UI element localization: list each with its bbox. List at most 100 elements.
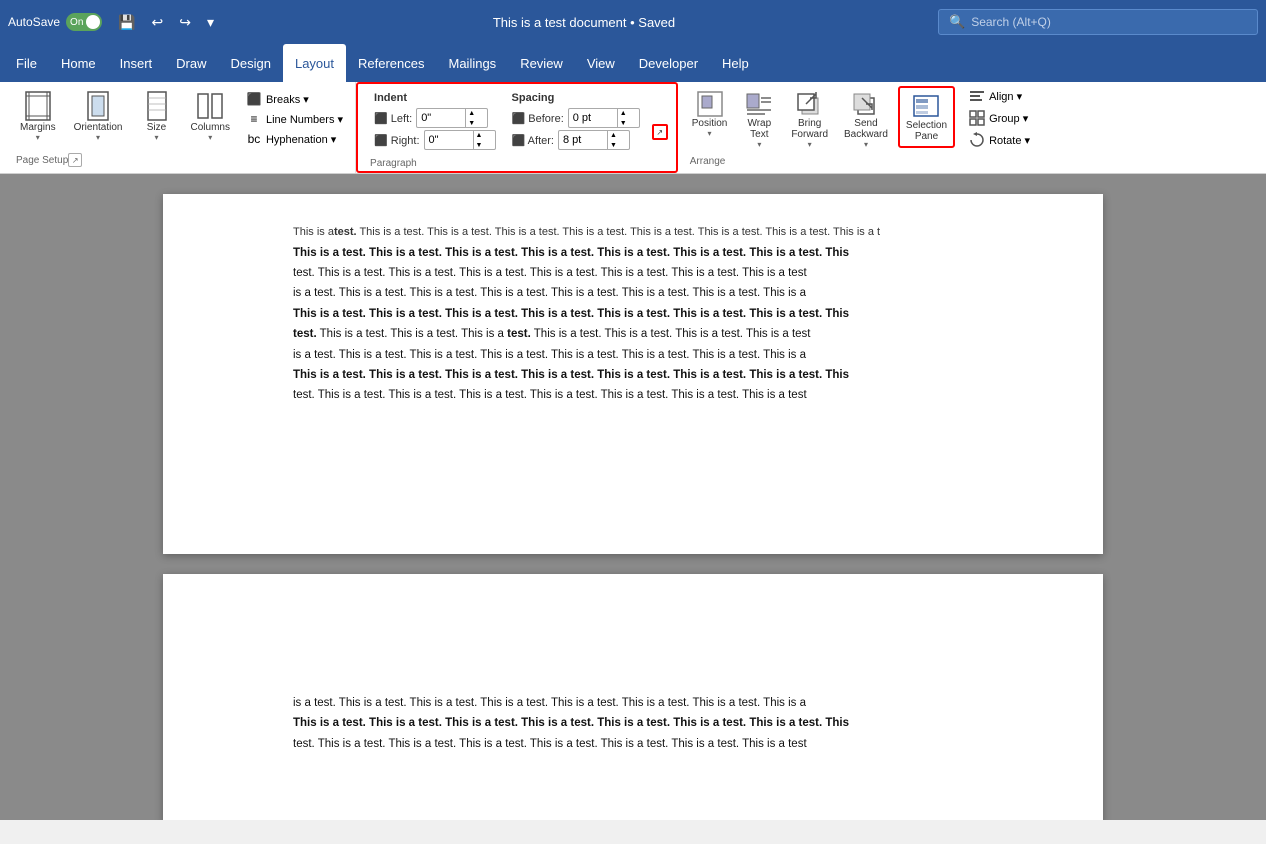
arrange-bottom: Arrange [686,156,730,169]
columns-label: Columns [191,122,230,133]
spacing-before-input[interactable]: ▲ ▼ [568,108,640,128]
columns-arrow: ▾ [208,133,212,142]
indent-right-down[interactable]: ▼ [474,140,485,150]
bring-forward-button[interactable]: Bring Forward ▾ [785,86,834,153]
selection-pane-label: Selection [906,120,947,131]
page2-text-line-2: This is a test. This is a test. This is … [293,714,1063,732]
position-button[interactable]: Position ▾ [686,86,734,142]
menu-item-help[interactable]: Help [710,44,761,82]
autosave-toggle[interactable]: On [66,13,102,31]
group-label: Group ▾ [989,112,1028,125]
size-arrow: ▾ [154,133,158,142]
text-line-7: This is a test. This is a test. This is … [293,366,1063,384]
autosave-knob [86,15,100,29]
arrange-right-btns: Align ▾ Group ▾ Rotate ▾ [963,86,1036,150]
send-backward-icon [852,90,880,118]
autosave-label: AutoSave [8,15,60,29]
text-line-2: test. This is a test. This is a test. Th… [293,264,1063,282]
page-setup-dialog-launcher[interactable]: ↗ [68,153,82,167]
undo-icon[interactable]: ↩ [147,12,167,33]
indent-left-up[interactable]: ▲ [466,108,477,118]
wrap-text-icon [745,90,773,118]
text-line-0: This is atest. This is a test. This is a… [293,224,1063,242]
columns-button[interactable]: Columns ▾ [183,86,238,146]
page-setup-content: Margins ▾ Orientation ▾ Size ▾ [12,86,347,153]
breaks-label: Breaks ▾ [266,93,309,106]
indent-right-value[interactable] [425,134,473,146]
orientation-label: Orientation [74,122,123,133]
arrange-label: Arrange [690,156,726,167]
menu-item-design[interactable]: Design [219,44,283,82]
menu-item-file[interactable]: File [4,44,49,82]
spacing-before-up[interactable]: ▲ [618,108,629,118]
redo-icon[interactable]: ↪ [175,12,195,33]
indent-left-value[interactable] [417,112,465,124]
indent-right-up[interactable]: ▲ [474,130,485,140]
page-2: is a test. This is a test. This is a tes… [163,574,1103,820]
size-icon [141,90,173,122]
line-numbers-button[interactable]: ≡ Line Numbers ▾ [242,110,347,128]
document-area[interactable]: This is atest. This is a test. This is a… [0,174,1266,820]
spacing-after-input[interactable]: ▲ ▼ [558,130,630,150]
spacing-before-label: ⬛ Before: [512,112,564,125]
orientation-arrow: ▾ [96,133,100,142]
position-icon [696,90,724,118]
hyphenation-button[interactable]: bc Hyphenation ▾ [242,130,347,148]
indent-col: Indent ⬛ Left: ▲ ▼ ⬛ Right: [374,92,496,150]
bring-forward-label: Bring [798,118,821,129]
margins-button[interactable]: Margins ▾ [12,86,64,146]
orientation-button[interactable]: Orientation ▾ [66,86,131,146]
indent-right-input[interactable]: ▲ ▼ [424,130,496,150]
indent-spacing-content: Indent ⬛ Left: ▲ ▼ ⬛ Right: [366,88,668,158]
paragraph-settings-highlighted[interactable]: ↗ [652,124,668,140]
indent-spacing-section: Indent ⬛ Left: ▲ ▼ ⬛ Right: [366,88,648,154]
arrange-content: Position ▾ Wrap Text ▾ Bring Forward ▾ [686,86,1036,156]
indent-left-input[interactable]: ▲ ▼ [416,108,488,128]
menu-item-layout[interactable]: Layout [283,44,346,82]
indent-label: Indent [374,92,496,104]
menu-item-home[interactable]: Home [49,44,108,82]
spacing-after-value[interactable] [559,134,607,146]
menu-item-references[interactable]: References [346,44,436,82]
breaks-button[interactable]: ⬛ Breaks ▾ [242,90,347,108]
page-setup-label: Page Setup [16,155,68,166]
rotate-button[interactable]: Rotate ▾ [963,130,1036,150]
spacing-after-up[interactable]: ▲ [608,130,619,140]
group-icon [969,110,985,126]
indent-left-down[interactable]: ▼ [466,118,477,128]
ribbon-group-paragraph: Indent ⬛ Left: ▲ ▼ ⬛ Right: [356,82,678,173]
menu-item-mailings[interactable]: Mailings [437,44,509,82]
menu-item-view[interactable]: View [575,44,627,82]
align-button[interactable]: Align ▾ [963,86,1036,106]
save-icon[interactable]: 💾 [114,12,139,33]
spacing-after-down[interactable]: ▼ [608,140,619,150]
selection-pane-button[interactable]: Selection Pane [898,86,955,148]
wrap-text-label2: Text [750,129,768,140]
text-line-3: is a test. This is a test. This is a tes… [293,284,1063,302]
autosave-section: AutoSave On [8,13,102,31]
search-input[interactable] [971,15,1231,29]
menu-item-review[interactable]: Review [508,44,575,82]
indent-right-label: ⬛ Right: [374,134,420,147]
margins-arrow: ▾ [36,133,40,142]
send-backward-button[interactable]: Send Backward ▾ [838,86,894,153]
customize-icon[interactable]: ▾ [203,12,218,33]
page-2-content[interactable]: is a test. This is a test. This is a tes… [163,574,1103,775]
page2-text-line-3: test. This is a test. This is a test. Th… [293,735,1063,753]
menu-item-insert[interactable]: Insert [108,44,165,82]
spacing-after-spinner: ▲ ▼ [607,130,619,150]
group-button[interactable]: Group ▾ [963,108,1036,128]
menu-item-developer[interactable]: Developer [627,44,710,82]
indent-left-row: ⬛ Left: ▲ ▼ [374,108,496,128]
indent-right-row: ⬛ Right: ▲ ▼ [374,130,496,150]
spacing-before-value[interactable] [569,112,617,124]
search-bar[interactable]: 🔍 [938,9,1258,35]
spacing-before-down[interactable]: ▼ [618,118,629,128]
menu-item-draw[interactable]: Draw [164,44,218,82]
hyphenation-label: Hyphenation ▾ [266,133,336,146]
wrap-text-button[interactable]: Wrap Text ▾ [737,86,781,153]
spacing-label: Spacing [512,92,640,104]
page-1-content[interactable]: This is atest. This is a test. This is a… [163,194,1103,427]
size-button[interactable]: Size ▾ [133,86,181,146]
autosave-on-text: On [70,17,83,28]
